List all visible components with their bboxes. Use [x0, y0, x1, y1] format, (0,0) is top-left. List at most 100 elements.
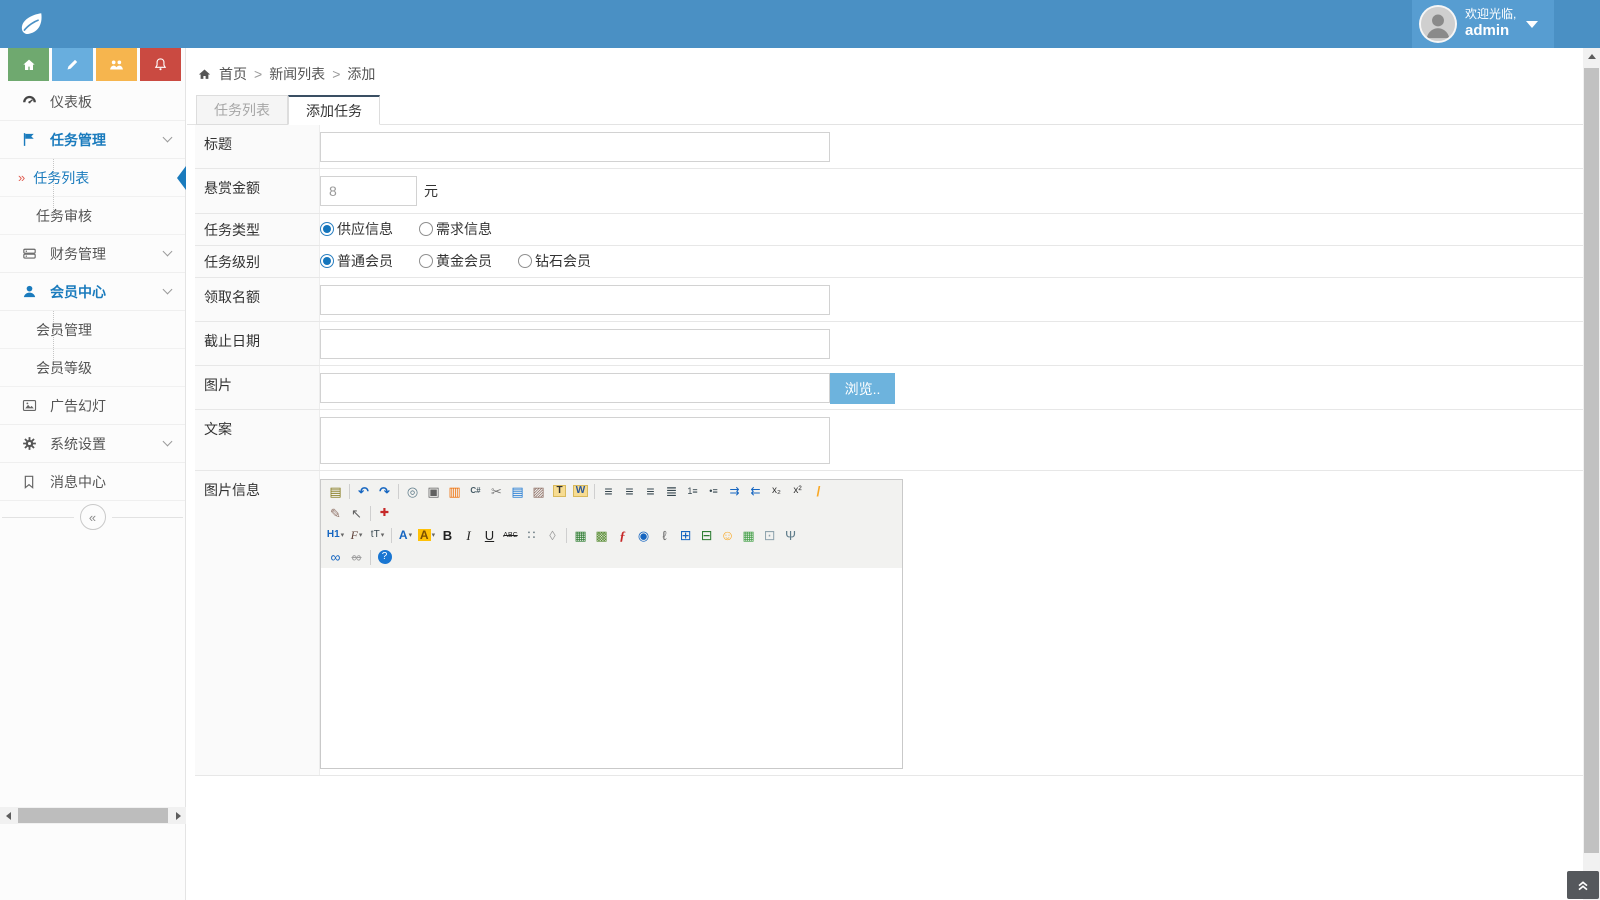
link-icon[interactable]: ∞	[325, 547, 346, 567]
radio-button-icon[interactable]	[518, 254, 532, 268]
back-to-top-button[interactable]	[1567, 871, 1599, 899]
sidebar-item-task-management[interactable]: 任务管理	[0, 121, 185, 159]
breadcrumb-news-list[interactable]: 新闻列表	[269, 64, 325, 84]
radio-button-icon[interactable]	[419, 222, 433, 236]
radio-supply-info[interactable]: 供应信息	[320, 219, 393, 239]
outdent-icon[interactable]: ⇇	[745, 481, 766, 501]
user-menu[interactable]: 欢迎光临, admin	[1412, 0, 1554, 48]
align-justify-icon[interactable]: ≣	[661, 481, 682, 501]
quick-home-button[interactable]	[8, 48, 49, 81]
strikethrough-icon[interactable]: ABC	[500, 525, 521, 545]
radio-button-icon[interactable]	[419, 254, 433, 268]
image-path-input[interactable]	[320, 373, 830, 403]
editor-content-area[interactable]	[321, 568, 902, 768]
unlink-icon[interactable]: ∞	[346, 547, 367, 567]
align-left-icon[interactable]: ≡	[598, 481, 619, 501]
reward-amount-input[interactable]	[320, 176, 417, 206]
scroll-left-arrow[interactable]	[0, 807, 16, 824]
vertical-scrollbar-thumb[interactable]	[1584, 68, 1599, 853]
tree-connector	[53, 368, 63, 369]
italic-icon[interactable]: I	[458, 525, 479, 545]
sidebar-item-ad-slides[interactable]: 广告幻灯	[0, 387, 185, 425]
breadcrumb-add[interactable]: 添加	[347, 64, 375, 84]
bold-icon[interactable]: B	[437, 525, 458, 545]
radio-gold-member[interactable]: 黄金会员	[419, 251, 492, 271]
quick-edit-button[interactable]	[52, 48, 93, 81]
font-color-icon[interactable]: A▾	[395, 525, 416, 545]
paste-icon[interactable]: ▨	[528, 481, 549, 501]
anchor-icon[interactable]: Ψ	[780, 525, 801, 545]
image-upload-icon[interactable]: ▦	[570, 525, 591, 545]
align-center-icon[interactable]: ≡	[619, 481, 640, 501]
table-icon[interactable]: ⊞	[675, 525, 696, 545]
radio-diamond-member[interactable]: 钻石会员	[518, 251, 591, 271]
radio-button-icon[interactable]	[320, 222, 334, 236]
cut-icon[interactable]: ✂	[486, 481, 507, 501]
sidebar-item-member-center[interactable]: 会员中心	[0, 273, 185, 311]
quota-input[interactable]	[320, 285, 830, 315]
remove-format-icon[interactable]: ◊	[542, 525, 563, 545]
sidebar-subitem-member-level[interactable]: 会员等级	[0, 349, 185, 387]
title-input[interactable]	[320, 132, 830, 162]
sidebar-subitem-member-management[interactable]: 会员管理	[0, 311, 185, 349]
indent-icon[interactable]: ⇉	[724, 481, 745, 501]
attachment-icon[interactable]: ℓ	[654, 525, 675, 545]
undo-icon[interactable]: ↶	[353, 481, 374, 501]
ordered-list-icon[interactable]: 1≡	[682, 481, 703, 501]
gallery-icon[interactable]: ▦	[738, 525, 759, 545]
paste-word-icon[interactable]: W	[570, 481, 591, 501]
scroll-up-arrow[interactable]	[1583, 48, 1600, 65]
sidebar-item-finance[interactable]: 财务管理	[0, 235, 185, 273]
template-icon[interactable]: ▥	[444, 481, 465, 501]
currency-unit-label: 元	[424, 176, 438, 206]
sidebar-item-system-settings[interactable]: 系统设置	[0, 425, 185, 463]
sidebar-item-message-center[interactable]: 消息中心	[0, 463, 185, 501]
horizontal-scrollbar-thumb[interactable]	[18, 808, 168, 823]
breadcrumb-home[interactable]: 首页	[219, 64, 247, 84]
radio-demand-info[interactable]: 需求信息	[419, 219, 492, 239]
font-family-icon[interactable]: F▾	[346, 525, 367, 545]
fullscreen-icon[interactable]: ✚	[374, 503, 395, 523]
preview-icon[interactable]: ◎	[402, 481, 423, 501]
unordered-list-icon[interactable]: •≡	[703, 481, 724, 501]
quick-insert-icon[interactable]: ✎	[325, 503, 346, 523]
underline-icon[interactable]: U	[479, 525, 500, 545]
format-brush-icon[interactable]: /	[808, 481, 829, 501]
copywriting-textarea[interactable]	[320, 417, 830, 464]
tab-add-task[interactable]: 添加任务	[288, 95, 380, 125]
browse-button[interactable]: 浏览..	[830, 373, 895, 404]
deadline-input[interactable]	[320, 329, 830, 359]
sidebar-subitem-task-list[interactable]: » 任务列表	[0, 159, 185, 197]
quick-users-button[interactable]	[96, 48, 137, 81]
scroll-right-arrow[interactable]	[170, 807, 186, 824]
media-icon[interactable]: ◉	[633, 525, 654, 545]
align-right-icon[interactable]: ≡	[640, 481, 661, 501]
superscript-icon[interactable]: x²	[787, 481, 808, 501]
tab-task-list[interactable]: 任务列表	[196, 95, 288, 125]
page-break-icon[interactable]: ⊡	[759, 525, 780, 545]
radio-normal-member[interactable]: 普通会员	[320, 251, 393, 271]
font-size-icon[interactable]: tT▾	[367, 525, 388, 545]
insert-hr-icon[interactable]: ⊟	[696, 525, 717, 545]
quick-notifications-button[interactable]	[140, 48, 181, 81]
heading-icon[interactable]: H1▾	[325, 525, 346, 545]
subscript-icon[interactable]: x₂	[766, 481, 787, 501]
flash-icon[interactable]: ƒ	[612, 525, 633, 545]
sidebar-subitem-task-review[interactable]: 任务审核	[0, 197, 185, 235]
emoticon-icon[interactable]: ☺	[717, 525, 738, 545]
sidebar-item-dashboard[interactable]: 仪表板	[0, 83, 185, 121]
print-icon[interactable]: ▣	[423, 481, 444, 501]
radio-button-icon[interactable]	[320, 254, 334, 268]
image-network-icon[interactable]: ▩	[591, 525, 612, 545]
code-icon[interactable]: C#	[465, 481, 486, 501]
source-icon[interactable]: ▤	[325, 481, 346, 501]
dashed-line-icon[interactable]: ∷	[521, 525, 542, 545]
copy-icon[interactable]: ▤	[507, 481, 528, 501]
highlight-icon[interactable]: A▾	[416, 525, 437, 545]
redo-icon[interactable]: ↷	[374, 481, 395, 501]
help-icon[interactable]: ?	[374, 547, 395, 567]
sidebar-collapse-button[interactable]: «	[80, 504, 106, 530]
user-dropdown-caret-icon[interactable]	[1526, 21, 1538, 28]
paste-text-icon[interactable]: T	[549, 481, 570, 501]
select-all-icon[interactable]: ↖	[346, 503, 367, 523]
